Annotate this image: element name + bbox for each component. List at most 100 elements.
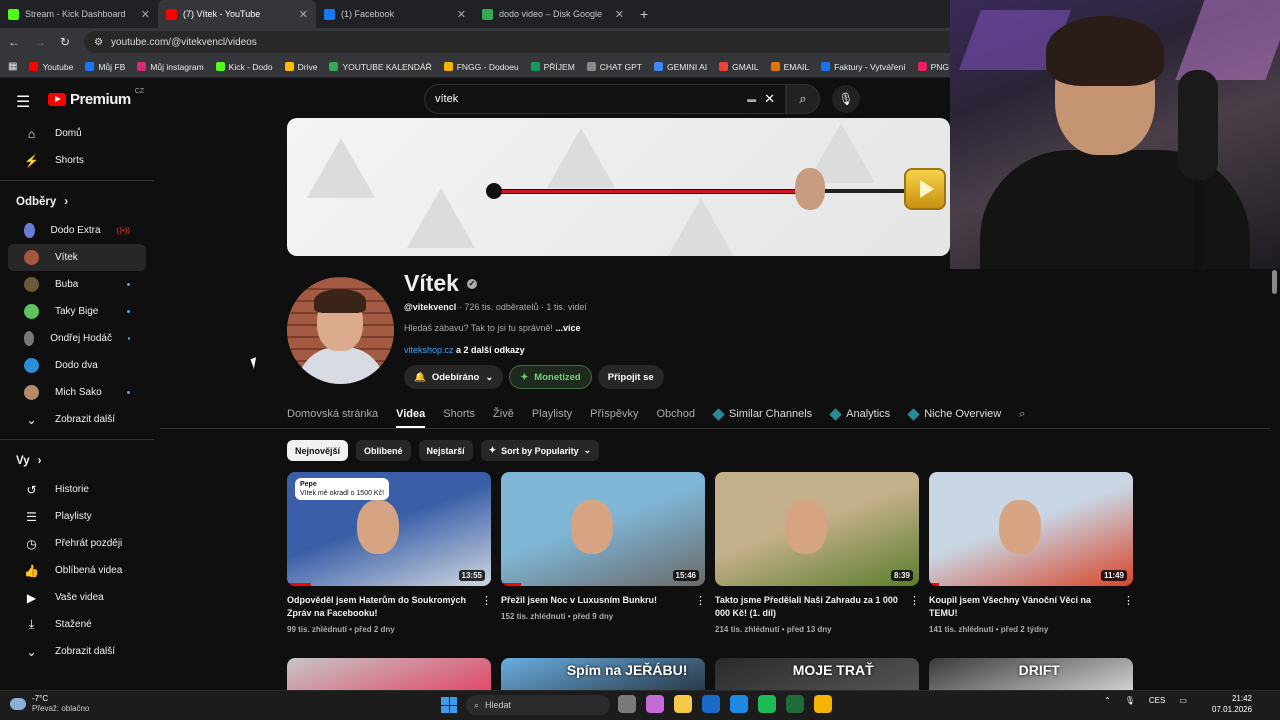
bookmark[interactable]: GMAIL [719,62,759,72]
ext-tab-0[interactable]: Similar Channels [712,407,812,421]
tab-6[interactable]: Obchod [656,408,695,420]
subscription-item[interactable]: Taky Bige [8,298,146,325]
channel-description[interactable]: Hledáš zábavu? Tak to jsi tu správně! ..… [404,323,580,333]
apps-grid-icon[interactable]: ▦ [8,61,17,72]
video-thumbnail[interactable]: MOJE TRAŤ [715,658,919,690]
tab-1[interactable]: Videa [396,408,426,428]
close-tab-icon[interactable]: ✕ [141,8,150,21]
bookmark[interactable]: Youtube [29,62,73,72]
video-thumbnail[interactable]: 15:46 [501,472,705,586]
sidebar-item-home[interactable]: ⌂ Domů [8,120,146,147]
search-input[interactable]: vítek ▬ ✕ [424,84,786,114]
show-more-you[interactable]: ⌄ Zobrazit další [8,638,146,665]
bookmark[interactable]: Kick - Dodo [215,62,273,72]
chip-1[interactable]: Oblíbené [356,440,411,461]
sort-by-popularity[interactable]: ✦ Sort by Popularity ⌄ [480,440,600,461]
browser-tab[interactable]: (7) Vítek - YouTube ✕ [158,0,316,28]
browser-tab[interactable]: dodo video – Disk Google ✕ [474,0,632,28]
video-card[interactable]: Pepe Vítek mě okradl o 1500 Kč! 13:55 Odpov… [287,472,492,636]
video-thumbnail[interactable]: Spím na JEŘÁBU! [501,658,705,690]
back-icon[interactable]: ← [8,35,20,49]
weather-widget[interactable]: -7°C Převaž. oblačno [10,694,89,714]
chip-2[interactable]: Nejstarší [418,440,473,461]
reload-icon[interactable]: ↻ [60,35,70,49]
tab-2[interactable]: Shorts [443,408,475,420]
subscription-item[interactable]: Dodo Extra ((•)) [8,217,146,244]
subscription-item[interactable]: Dodo dva [8,352,146,379]
tab-4[interactable]: Playlisty [532,408,572,420]
video-thumbnail[interactable]: 11:49 [929,472,1133,586]
sidebar-item-shorts[interactable]: ⚡ Shorts [8,147,146,174]
sidebar-item-your-videos[interactable]: ▶ Vaše videa [8,584,146,611]
sidebar-item-watch-later[interactable]: ◷ Přehrát později [8,530,146,557]
more-options-icon[interactable]: ⋮ [481,594,492,636]
bookmark[interactable]: EMAIL [770,62,809,72]
subscription-item[interactable]: Buba [8,271,146,298]
taskbar-app-icon[interactable] [618,695,636,713]
site-info-icon[interactable]: ⚙ [94,37,103,48]
menu-icon[interactable]: ☰ [16,92,30,112]
microphone-icon[interactable]: 🎙 [1125,696,1135,705]
tab-0[interactable]: Domovská stránka [287,408,378,420]
video-thumbnail[interactable] [287,658,491,690]
you-heading[interactable]: Vy › [0,446,154,476]
taskbar-app-icon[interactable] [730,695,748,713]
more-options-icon[interactable]: ⋮ [695,594,706,623]
chevron-up-icon[interactable]: ⌃ [1104,696,1111,705]
taskbar-app-icon[interactable] [674,695,692,713]
close-tab-icon[interactable]: ✕ [299,8,308,21]
bookmark[interactable]: GEMINI AI [653,62,707,72]
bookmark[interactable]: Můj FB [85,62,125,72]
more-links[interactable]: a 2 další odkazy [456,345,525,355]
sidebar-item-download[interactable]: ⤓ Stažené [8,611,146,638]
taskbar-search[interactable]: ⌕ Hledat [466,695,610,715]
bookmark[interactable]: YOUTUBE KALENDÁŘ [329,62,432,72]
video-thumbnail[interactable]: DRIFT [929,658,1133,690]
bookmark[interactable]: Drive [284,62,317,72]
channel-search-icon[interactable]: ⌕ [1019,408,1025,421]
channel-link[interactable]: vitekshop.cz [404,345,454,355]
video-card[interactable]: 15:46 Přežil jsem Noc v Luxusním Bunkru! 1… [501,472,706,636]
clear-search-icon[interactable]: ✕ [764,91,775,107]
taskbar-app-icon[interactable] [646,695,664,713]
chip-0[interactable]: Nejnovější [287,440,349,461]
scrollbar[interactable] [1272,270,1277,294]
voice-search-button[interactable]: 🎙 [832,85,860,113]
taskbar-app-icon[interactable] [814,695,832,713]
browser-tab[interactable]: (1) Facebook ✕ [316,0,474,28]
tab-5[interactable]: Příspěvky [590,408,638,420]
taskbar-app-icon[interactable] [786,695,804,713]
video-title[interactable]: Koupil jsem Všechny Vánoční Věci na TEMU… [929,594,1117,620]
monetized-badge[interactable]: ✦ Monetized [509,365,592,389]
keyboard-icon[interactable]: ▬ [747,94,756,104]
bookmark[interactable]: Faktury - Vytváření [821,62,906,72]
close-tab-icon[interactable]: ✕ [457,8,466,21]
subscriptions-heading[interactable]: Odběry › [0,187,154,217]
taskbar-app-icon[interactable] [758,695,776,713]
video-thumbnail[interactable]: Pepe Vítek mě okradl o 1500 Kč! 13:55 [287,472,491,586]
subscription-item[interactable]: Vítek [8,244,146,271]
video-thumbnail[interactable]: 8:39 [715,472,919,586]
more-options-icon[interactable]: ⋮ [909,594,920,636]
ext-tab-1[interactable]: Analytics [829,407,890,421]
sidebar-item-like[interactable]: 👍 Oblíbená videa [8,557,146,584]
browser-tab[interactable]: Stream - Kick Dashboard ✕ [0,0,158,28]
close-tab-icon[interactable]: ✕ [615,8,624,21]
bookmark[interactable]: Můj instagram [137,62,204,72]
video-card[interactable]: 11:49 Koupil jsem Všechny Vánoční Věci na… [929,472,1134,636]
clock[interactable]: 21:42 07.01.2026 [1212,693,1252,715]
sidebar-item-history[interactable]: ↺ Historie [8,476,146,503]
bookmark[interactable]: FNGG - Dodoeu [443,62,519,72]
subscription-item[interactable]: Ondřej Hodáč [8,325,146,352]
subscribed-button[interactable]: 🔔 Odebíráno ⌄ [404,365,504,389]
new-tab-icon[interactable]: + [632,6,656,22]
join-button[interactable]: Připojit se [597,365,664,389]
video-title[interactable]: Takto jsme Předělali Naši Zahradu za 1 0… [715,594,903,620]
bookmark[interactable]: PŘÍJEM [530,62,575,72]
channel-avatar[interactable] [287,277,394,384]
video-title[interactable]: Přežil jsem Noc v Luxusním Bunkru! [501,594,689,607]
video-title[interactable]: Odpověděl jsem Haterům do Soukromých Zpr… [287,594,475,620]
network-icon[interactable]: ▭ [1179,696,1187,705]
tab-3[interactable]: Živě [493,408,514,420]
show-more-subscriptions[interactable]: ⌄ Zobrazit další [8,406,146,433]
